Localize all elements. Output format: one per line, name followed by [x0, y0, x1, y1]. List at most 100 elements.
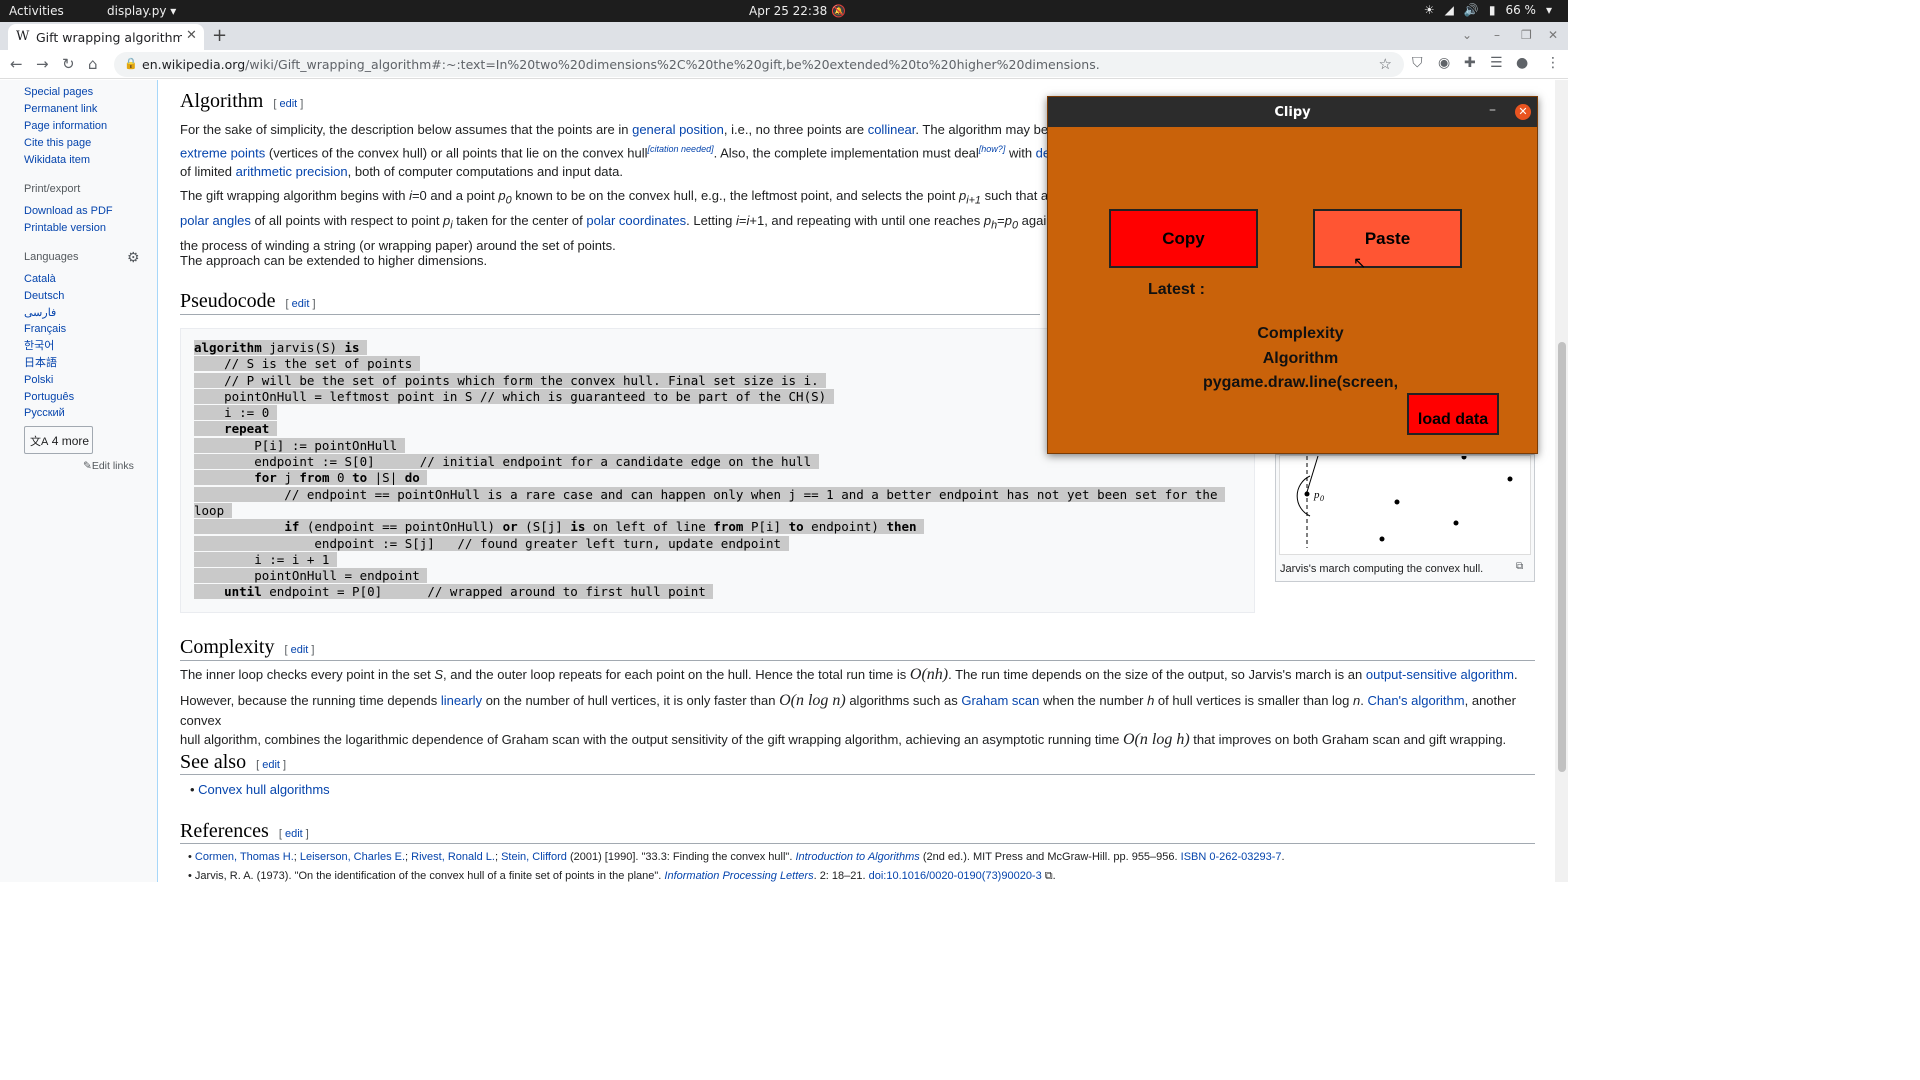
isbn-link[interactable]: ISBN 0-262-03293-7: [1181, 851, 1282, 863]
link-arithmetic-precision[interactable]: arithmetic precision: [236, 164, 348, 179]
lock-icon[interactable]: 🔒: [124, 57, 138, 70]
author-link[interactable]: Leiserson, Charles E.: [300, 851, 405, 863]
paste-button[interactable]: Paste: [1313, 209, 1462, 268]
link-extreme-points[interactable]: extreme points: [180, 145, 265, 160]
wikipedia-favicon-icon: W: [16, 29, 30, 44]
sidebar-link[interactable]: Special pages: [24, 84, 107, 101]
link-collinear[interactable]: collinear: [868, 122, 916, 137]
enlarge-icon[interactable]: ⧉: [1516, 561, 1523, 572]
shield-extension-icon[interactable]: ⛉: [1412, 55, 1423, 71]
math-onlogn: O(n log n): [779, 692, 846, 709]
page-scrollbar[interactable]: [1555, 80, 1568, 882]
sidebar-link[interactable]: Page information: [24, 118, 107, 135]
section-heading-complexity: Complexity [ edit ]: [180, 636, 314, 659]
author-link[interactable]: Cormen, Thomas H.: [195, 851, 294, 863]
language-link[interactable]: 한국어: [24, 338, 74, 355]
clock[interactable]: Apr 25 22:38 🔕: [749, 4, 846, 18]
bookmark-star-icon[interactable]: ☆: [1379, 55, 1392, 73]
tab-title: Gift wrapping algorithm: [36, 30, 182, 45]
url-path: /wiki/Gift_wrapping_algorithm#:~:text=In…: [245, 57, 1100, 72]
language-link[interactable]: Português: [24, 389, 74, 406]
edit-links[interactable]: ✎Edit links: [83, 460, 134, 472]
link-convex-hull-algorithms[interactable]: Convex hull algorithms: [198, 782, 330, 797]
home-icon[interactable]: ⌂: [88, 55, 98, 73]
reading-list-icon[interactable]: ☰: [1490, 55, 1503, 71]
language-link[interactable]: Français: [24, 321, 74, 338]
url-text: en.wikipedia.org/wiki/Gift_wrapping_algo…: [142, 57, 1100, 72]
sidebar-link[interactable]: Printable version: [24, 220, 113, 237]
edit-link[interactable]: edit: [279, 98, 297, 110]
battery-percent: 66 %: [1505, 3, 1536, 17]
link-output-sensitive-algorithm[interactable]: output-sensitive algorithm: [1366, 667, 1514, 682]
journal-link[interactable]: Information Processing Letters: [664, 870, 813, 882]
figure-thumbnail: p 0 Jarvis's march computing the convex …: [1275, 454, 1535, 582]
tab-strip: W Gift wrapping algorithm ✕ + ⌄ – ❐ ✕: [0, 22, 1568, 50]
new-tab-icon[interactable]: +: [212, 25, 227, 46]
edit-link[interactable]: edit: [285, 828, 303, 840]
link-graham-scan[interactable]: Graham scan: [961, 693, 1039, 708]
scrollbar-thumb[interactable]: [1558, 342, 1566, 772]
link-chans-algorithm[interactable]: Chan's algorithm: [1367, 693, 1464, 708]
sidebar-link[interactable]: Download as PDF: [24, 203, 113, 220]
url-host: en.wikipedia.org: [142, 57, 246, 72]
minimize-icon[interactable]: –: [1489, 102, 1496, 118]
language-link[interactable]: Русский: [24, 405, 74, 422]
back-icon[interactable]: ←: [10, 55, 23, 73]
forward-icon[interactable]: →: [36, 55, 49, 73]
close-tab-icon[interactable]: ✕: [186, 28, 197, 43]
copy-button[interactable]: Copy: [1109, 209, 1258, 268]
edit-link[interactable]: edit: [262, 759, 280, 771]
sidebar-link[interactable]: Cite this page: [24, 135, 107, 152]
svg-text:0: 0: [1320, 494, 1324, 503]
section-edit: [ edit ]: [285, 298, 316, 310]
extension-orange-icon[interactable]: ◉: [1438, 55, 1450, 71]
link-linearly[interactable]: linearly: [441, 693, 482, 708]
clipy-titlebar[interactable]: Clipy – ✕: [1048, 97, 1537, 127]
history-item[interactable]: pygame.draw.line(screen,: [1148, 371, 1453, 396]
math-onh: O(nh): [909, 666, 949, 683]
section-title: References: [180, 820, 269, 842]
citation-needed-link[interactable]: [citation needed]: [648, 144, 714, 154]
close-icon[interactable]: ✕: [1515, 104, 1531, 120]
language-link[interactable]: فارسی: [24, 305, 74, 322]
link-general-position[interactable]: general position: [632, 122, 724, 137]
browser-menu-icon[interactable]: ⋮: [1546, 55, 1560, 71]
link-polar-angles[interactable]: polar angles: [180, 213, 251, 228]
minimize-window-icon[interactable]: –: [1494, 28, 1500, 42]
language-link[interactable]: Deutsch: [24, 288, 74, 305]
sidebar-link[interactable]: Wikidata item: [24, 152, 107, 169]
section-edit: [ edit ]: [256, 759, 287, 771]
address-bar[interactable]: 🔒 en.wikipedia.org/wiki/Gift_wrapping_al…: [114, 52, 1404, 77]
app-menu[interactable]: display.py ▾: [107, 4, 176, 18]
language-link[interactable]: Polski: [24, 372, 74, 389]
activities-button[interactable]: Activities: [9, 4, 64, 18]
system-tray[interactable]: ☀ ◢ 🔊 ▮ 66 % ▾: [1424, 3, 1552, 17]
edit-link[interactable]: edit: [291, 644, 309, 656]
language-link[interactable]: 日本語: [24, 355, 74, 372]
sidebar-link[interactable]: Permanent link: [24, 101, 107, 118]
reload-icon[interactable]: ↻: [62, 55, 75, 73]
restore-window-icon[interactable]: ❐: [1521, 28, 1532, 42]
language-settings-gear-icon[interactable]: ⚙: [127, 249, 140, 266]
heading-rule: [180, 314, 1040, 315]
external-link-icon: ⧉: [1044, 870, 1053, 882]
more-languages-button[interactable]: 文A 4 more: [24, 426, 93, 454]
edit-link[interactable]: edit: [292, 298, 310, 310]
book-link[interactable]: Introduction to Algorithms: [795, 851, 919, 863]
extensions-puzzle-icon[interactable]: ✚: [1464, 55, 1476, 71]
author-link[interactable]: Rivest, Ronald L.: [411, 851, 495, 863]
app-menu-label: display.py: [107, 4, 167, 18]
profile-avatar[interactable]: ●: [1516, 55, 1528, 71]
history-item[interactable]: Algorithm: [1148, 347, 1453, 372]
how-link[interactable]: [how?]: [979, 144, 1006, 154]
history-item[interactable]: Complexity: [1148, 322, 1453, 347]
jarvis-march-image[interactable]: p 0: [1279, 454, 1531, 555]
tab-search-icon[interactable]: ⌄: [1462, 28, 1472, 42]
load-data-button[interactable]: load data: [1407, 393, 1499, 435]
author-link[interactable]: Stein, Clifford: [501, 851, 567, 863]
close-window-icon[interactable]: ✕: [1548, 28, 1558, 42]
link-polar-coordinates[interactable]: polar coordinates: [586, 213, 686, 228]
doi-link[interactable]: doi:10.1016/0020-0190(73)90020-3: [869, 870, 1042, 882]
browser-tab[interactable]: W Gift wrapping algorithm ✕: [8, 24, 204, 50]
language-link[interactable]: Català: [24, 271, 74, 288]
